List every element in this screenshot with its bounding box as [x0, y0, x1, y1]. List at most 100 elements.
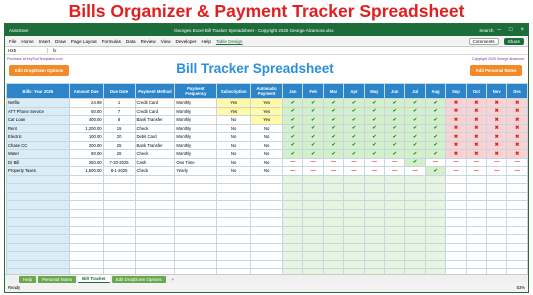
empty-cell[interactable]: [216, 234, 252, 244]
empty-cell[interactable]: [424, 259, 447, 269]
paid-check-icon[interactable]: ✔: [384, 132, 406, 142]
empty-cell[interactable]: [6, 191, 70, 201]
due-date-cell[interactable]: 7-20-2025: [102, 157, 136, 167]
column-header[interactable]: Amount Due: [68, 83, 104, 99]
empty-cell[interactable]: [384, 234, 406, 244]
empty-cell[interactable]: [134, 200, 176, 210]
empty-cell[interactable]: [506, 183, 528, 193]
unpaid-x-icon[interactable]: ✖: [506, 115, 528, 125]
subscription-cell[interactable]: No: [216, 132, 252, 142]
empty-cell[interactable]: [424, 200, 447, 210]
empty-cell[interactable]: [445, 217, 467, 227]
empty-cell[interactable]: [134, 183, 176, 193]
paid-check-icon[interactable]: ✔: [424, 149, 447, 159]
column-header[interactable]: Payment Method: [134, 83, 176, 99]
payment-method-cell[interactable]: Check: [134, 149, 176, 159]
unpaid-x-icon[interactable]: ✖: [506, 123, 528, 133]
none-dash-icon[interactable]: —: [343, 166, 365, 176]
empty-cell[interactable]: [250, 183, 284, 193]
paid-check-icon[interactable]: ✔: [384, 123, 406, 133]
paid-check-icon[interactable]: ✔: [363, 98, 386, 108]
empty-cell[interactable]: [302, 242, 324, 252]
empty-cell[interactable]: [68, 183, 104, 193]
empty-cell[interactable]: [404, 251, 426, 261]
unpaid-x-icon[interactable]: ✖: [506, 98, 528, 108]
empty-cell[interactable]: [68, 259, 104, 269]
empty-cell[interactable]: [506, 251, 528, 261]
empty-cell[interactable]: [282, 234, 304, 244]
unpaid-x-icon[interactable]: ✖: [506, 149, 528, 159]
auto-pay-cell[interactable]: No: [250, 140, 284, 150]
empty-cell[interactable]: [102, 191, 136, 201]
empty-cell[interactable]: [282, 242, 304, 252]
empty-cell[interactable]: [465, 242, 488, 252]
due-date-cell[interactable]: 15: [102, 123, 136, 133]
paid-check-icon[interactable]: ✔: [302, 106, 324, 116]
paid-check-icon[interactable]: ✔: [404, 157, 426, 167]
empty-cell[interactable]: [216, 251, 252, 261]
unpaid-x-icon[interactable]: ✖: [465, 123, 488, 133]
empty-cell[interactable]: [404, 208, 426, 218]
payment-method-cell[interactable]: Bank Transfer: [134, 115, 176, 125]
empty-cell[interactable]: [68, 225, 104, 235]
empty-cell[interactable]: [302, 251, 324, 261]
column-header[interactable]: Automatic Payment: [250, 83, 284, 99]
paid-check-icon[interactable]: ✔: [404, 140, 426, 150]
empty-cell[interactable]: [302, 183, 324, 193]
column-header[interactable]: Due Date: [102, 83, 136, 99]
auto-pay-cell[interactable]: No: [250, 157, 284, 167]
empty-cell[interactable]: [174, 191, 218, 201]
paid-check-icon[interactable]: ✔: [343, 106, 365, 116]
paid-check-icon[interactable]: ✔: [384, 106, 406, 116]
due-date-cell[interactable]: 8: [102, 115, 136, 125]
paid-check-icon[interactable]: ✔: [302, 132, 324, 142]
empty-cell[interactable]: [216, 242, 252, 252]
empty-cell[interactable]: [282, 251, 304, 261]
empty-cell[interactable]: [363, 242, 386, 252]
unpaid-x-icon[interactable]: ✖: [465, 106, 488, 116]
maximize-icon[interactable]: □: [509, 27, 513, 33]
subscription-cell[interactable]: Yes: [216, 106, 252, 116]
frequency-cell[interactable]: Monthly: [174, 140, 218, 150]
empty-cell[interactable]: [102, 225, 136, 235]
empty-cell[interactable]: [174, 174, 218, 184]
empty-cell[interactable]: [102, 217, 136, 227]
empty-cell[interactable]: [250, 174, 284, 184]
empty-cell[interactable]: [404, 234, 426, 244]
empty-cell[interactable]: [424, 174, 447, 184]
empty-cell[interactable]: [445, 234, 467, 244]
unpaid-x-icon[interactable]: ✖: [465, 132, 488, 142]
empty-cell[interactable]: [506, 217, 528, 227]
empty-cell[interactable]: [404, 225, 426, 235]
empty-cell[interactable]: [216, 174, 252, 184]
edit-dropdown-button[interactable]: Edit DropDown Options: [9, 65, 69, 76]
ribbon-tab-developer[interactable]: Developer: [176, 39, 197, 44]
empty-cell[interactable]: [363, 251, 386, 261]
unpaid-x-icon[interactable]: ✖: [465, 115, 488, 125]
column-header[interactable]: Apr: [343, 83, 365, 99]
paid-check-icon[interactable]: ✔: [424, 115, 447, 125]
frequency-cell[interactable]: Monthly: [174, 98, 218, 108]
empty-cell[interactable]: [68, 217, 104, 227]
payment-method-cell[interactable]: Debit Card: [134, 132, 176, 142]
empty-cell[interactable]: [102, 251, 136, 261]
paid-check-icon[interactable]: ✔: [404, 149, 426, 159]
empty-cell[interactable]: [486, 242, 508, 252]
column-header[interactable]: Bills: Year 2025: [6, 83, 70, 99]
paid-check-icon[interactable]: ✔: [384, 149, 406, 159]
none-dash-icon[interactable]: —: [282, 166, 304, 176]
paid-check-icon[interactable]: ✔: [404, 98, 426, 108]
empty-cell[interactable]: [424, 183, 447, 193]
empty-cell[interactable]: [282, 200, 304, 210]
empty-cell[interactable]: [424, 234, 447, 244]
paid-check-icon[interactable]: ✔: [343, 115, 365, 125]
empty-cell[interactable]: [6, 200, 70, 210]
empty-cell[interactable]: [322, 217, 345, 227]
empty-cell[interactable]: [506, 174, 528, 184]
empty-cell[interactable]: [424, 191, 447, 201]
empty-cell[interactable]: [216, 217, 252, 227]
empty-cell[interactable]: [363, 259, 386, 269]
empty-cell[interactable]: [282, 191, 304, 201]
empty-cell[interactable]: [68, 251, 104, 261]
unpaid-x-icon[interactable]: ✖: [465, 98, 488, 108]
